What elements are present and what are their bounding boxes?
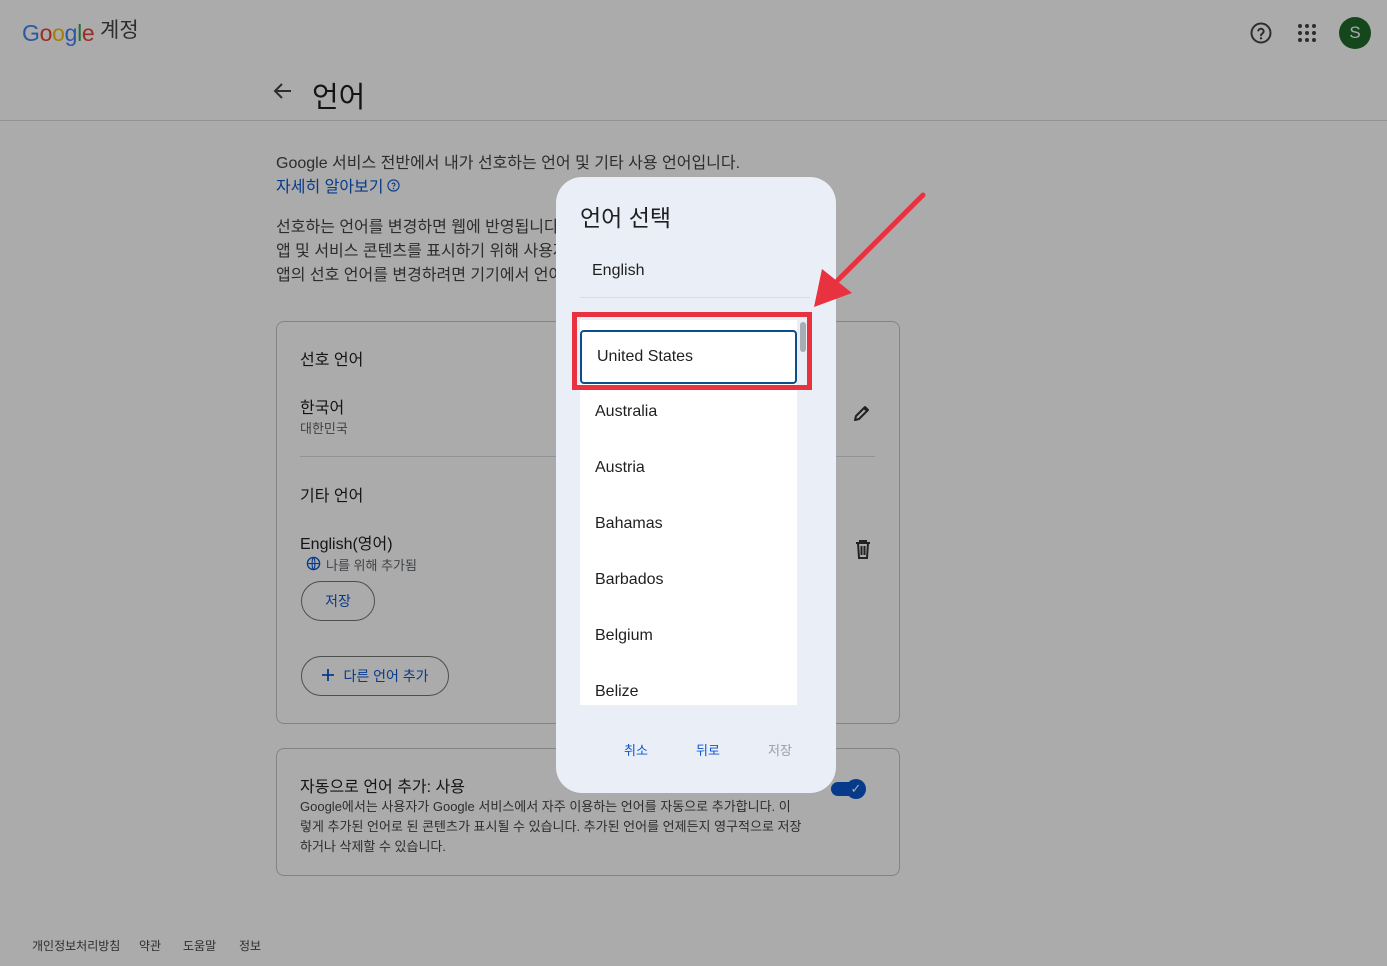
region-option-austria[interactable]: Austria [580,440,797,496]
cancel-button[interactable]: 취소 [624,740,648,759]
region-option-barbados[interactable]: Barbados [580,552,797,608]
region-option-belgium[interactable]: Belgium [580,608,797,664]
region-option-belize[interactable]: Belize [580,664,797,705]
annotation-arrow-icon [814,192,926,307]
dialog-separator [580,297,810,298]
region-option-bahamas[interactable]: Bahamas [580,496,797,552]
selected-language: English [592,262,645,279]
back-button[interactable]: 뒤로 [696,740,720,759]
annotation-highlight-box [572,312,812,390]
dialog-title: 언어 선택 [580,205,672,231]
region-option-australia[interactable]: Australia [580,384,797,440]
dialog-save-button[interactable]: 저장 [768,740,792,759]
